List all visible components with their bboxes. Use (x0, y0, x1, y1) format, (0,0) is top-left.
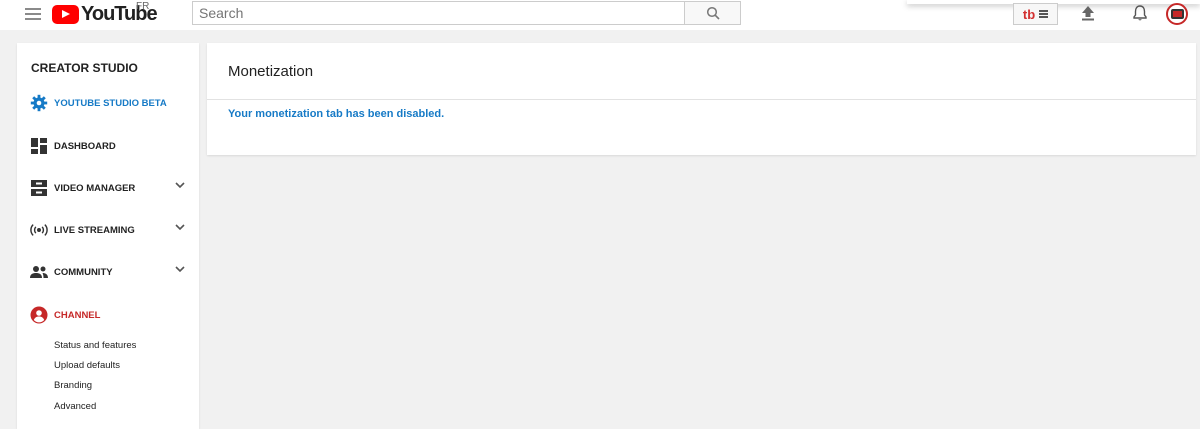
notifications-bell-icon[interactable] (1131, 4, 1149, 27)
avatar-image (1170, 9, 1184, 19)
search-button[interactable] (685, 1, 741, 25)
live-streaming-icon (30, 221, 48, 239)
sidebar-item-label: DASHBOARD (54, 140, 116, 152)
upload-icon[interactable] (1080, 5, 1096, 26)
page-title: Monetization (228, 63, 314, 80)
region-code: FR (136, 1, 150, 12)
monetization-card: Monetization Your monetization tab has b… (207, 43, 1196, 155)
sidebar-item-community[interactable]: COMMUNITY (17, 259, 199, 285)
chevron-down-icon[interactable] (175, 182, 185, 189)
channel-subitem-branding[interactable]: Branding (54, 380, 92, 391)
play-logo-icon (52, 4, 79, 24)
sidebar-title: CREATOR STUDIO (31, 61, 138, 75)
sidebar-item-live-streaming[interactable]: LIVE STREAMING (17, 217, 199, 243)
sidebar-item-video-manager[interactable]: VIDEO MANAGER (17, 175, 199, 201)
sidebar-item-channel[interactable]: CHANNEL (17, 302, 199, 328)
chevron-down-icon[interactable] (175, 224, 185, 231)
sidebar-item-label: COMMUNITY (54, 266, 113, 278)
tubebuddy-extension-button[interactable]: tb (1013, 3, 1058, 25)
hamburger-menu-icon[interactable] (25, 8, 41, 22)
menu-lines-icon (1039, 9, 1049, 19)
sidebar-item-label: CHANNEL (54, 309, 101, 321)
channel-icon (30, 306, 48, 324)
channel-subitem-upload-defaults[interactable]: Upload defaults (54, 360, 120, 371)
channel-subitem-advanced[interactable]: Advanced (54, 401, 96, 412)
sidebar-item-label: YOUTUBE STUDIO BETA (54, 97, 167, 109)
sidebar-item-label: LIVE STREAMING (54, 224, 135, 236)
account-avatar[interactable] (1166, 3, 1188, 25)
top-bar: YouTube FR tb (0, 0, 1200, 30)
sidebar-item-label: VIDEO MANAGER (54, 182, 136, 194)
gear-icon (30, 94, 48, 112)
divider (207, 99, 1196, 100)
monetization-disabled-message: Your monetization tab has been disabled. (228, 108, 445, 120)
community-icon (30, 263, 48, 281)
chevron-down-icon[interactable] (175, 266, 185, 273)
search-input[interactable] (192, 1, 685, 25)
tubebuddy-logo: tb (1022, 6, 1036, 22)
sidebar-item-dashboard[interactable]: DASHBOARD (17, 133, 199, 159)
dashboard-icon (30, 137, 48, 155)
sidebar-item-youtube-studio-beta[interactable]: YOUTUBE STUDIO BETA (17, 90, 199, 116)
channel-subitem-status-and-features[interactable]: Status and features (54, 340, 136, 351)
video-manager-icon (30, 179, 48, 197)
search-icon (706, 6, 720, 20)
creator-studio-sidebar: CREATOR STUDIO YOUTUBE STUDIO BETA DASHB… (17, 43, 199, 429)
